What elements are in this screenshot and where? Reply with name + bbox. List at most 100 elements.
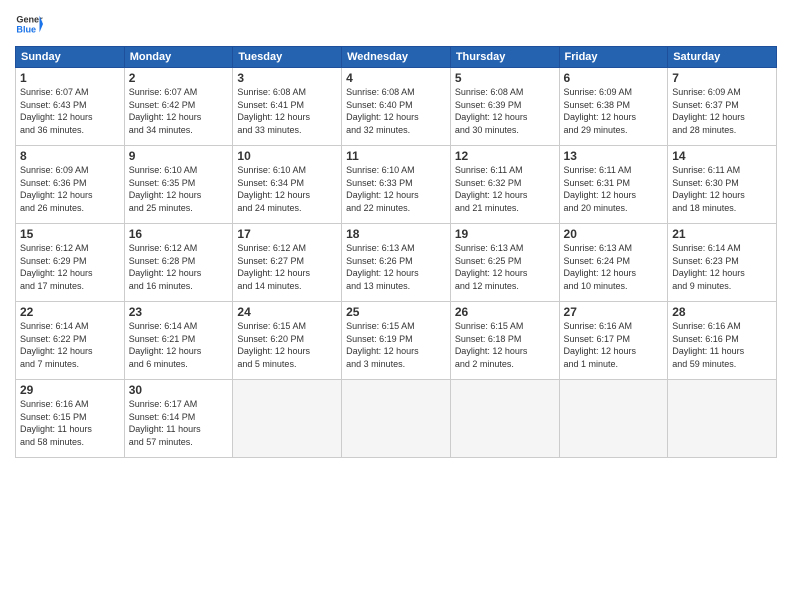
calendar-cell: 7Sunrise: 6:09 AM Sunset: 6:37 PM Daylig… bbox=[668, 68, 777, 146]
day-number: 24 bbox=[237, 305, 337, 319]
day-number: 9 bbox=[129, 149, 229, 163]
weekday-header-saturday: Saturday bbox=[668, 47, 777, 68]
calendar-cell: 14Sunrise: 6:11 AM Sunset: 6:30 PM Dayli… bbox=[668, 146, 777, 224]
day-number: 14 bbox=[672, 149, 772, 163]
day-number: 26 bbox=[455, 305, 555, 319]
calendar-cell: 24Sunrise: 6:15 AM Sunset: 6:20 PM Dayli… bbox=[233, 302, 342, 380]
calendar-cell: 15Sunrise: 6:12 AM Sunset: 6:29 PM Dayli… bbox=[16, 224, 125, 302]
calendar-cell: 22Sunrise: 6:14 AM Sunset: 6:22 PM Dayli… bbox=[16, 302, 125, 380]
day-number: 12 bbox=[455, 149, 555, 163]
calendar-cell: 20Sunrise: 6:13 AM Sunset: 6:24 PM Dayli… bbox=[559, 224, 668, 302]
page-container: General Blue SundayMondayTuesdayWednesda… bbox=[0, 0, 792, 468]
week-row-3: 15Sunrise: 6:12 AM Sunset: 6:29 PM Dayli… bbox=[16, 224, 777, 302]
day-number: 15 bbox=[20, 227, 120, 241]
day-info: Sunrise: 6:08 AM Sunset: 6:40 PM Dayligh… bbox=[346, 86, 446, 136]
calendar-cell: 21Sunrise: 6:14 AM Sunset: 6:23 PM Dayli… bbox=[668, 224, 777, 302]
day-info: Sunrise: 6:15 AM Sunset: 6:19 PM Dayligh… bbox=[346, 320, 446, 370]
calendar-cell: 12Sunrise: 6:11 AM Sunset: 6:32 PM Dayli… bbox=[450, 146, 559, 224]
calendar-cell: 6Sunrise: 6:09 AM Sunset: 6:38 PM Daylig… bbox=[559, 68, 668, 146]
calendar-cell bbox=[342, 380, 451, 458]
day-info: Sunrise: 6:14 AM Sunset: 6:22 PM Dayligh… bbox=[20, 320, 120, 370]
day-number: 1 bbox=[20, 71, 120, 85]
calendar-cell: 4Sunrise: 6:08 AM Sunset: 6:40 PM Daylig… bbox=[342, 68, 451, 146]
day-info: Sunrise: 6:12 AM Sunset: 6:29 PM Dayligh… bbox=[20, 242, 120, 292]
calendar-cell bbox=[450, 380, 559, 458]
calendar-cell: 16Sunrise: 6:12 AM Sunset: 6:28 PM Dayli… bbox=[124, 224, 233, 302]
day-info: Sunrise: 6:10 AM Sunset: 6:34 PM Dayligh… bbox=[237, 164, 337, 214]
calendar-cell: 1Sunrise: 6:07 AM Sunset: 6:43 PM Daylig… bbox=[16, 68, 125, 146]
day-info: Sunrise: 6:16 AM Sunset: 6:15 PM Dayligh… bbox=[20, 398, 120, 448]
calendar-cell: 2Sunrise: 6:07 AM Sunset: 6:42 PM Daylig… bbox=[124, 68, 233, 146]
calendar-cell: 19Sunrise: 6:13 AM Sunset: 6:25 PM Dayli… bbox=[450, 224, 559, 302]
day-number: 6 bbox=[564, 71, 664, 85]
calendar-cell: 13Sunrise: 6:11 AM Sunset: 6:31 PM Dayli… bbox=[559, 146, 668, 224]
calendar-cell bbox=[233, 380, 342, 458]
day-info: Sunrise: 6:16 AM Sunset: 6:16 PM Dayligh… bbox=[672, 320, 772, 370]
calendar-cell: 8Sunrise: 6:09 AM Sunset: 6:36 PM Daylig… bbox=[16, 146, 125, 224]
logo: General Blue bbox=[15, 10, 43, 38]
day-number: 29 bbox=[20, 383, 120, 397]
day-info: Sunrise: 6:09 AM Sunset: 6:37 PM Dayligh… bbox=[672, 86, 772, 136]
weekday-header-wednesday: Wednesday bbox=[342, 47, 451, 68]
day-number: 10 bbox=[237, 149, 337, 163]
day-info: Sunrise: 6:15 AM Sunset: 6:18 PM Dayligh… bbox=[455, 320, 555, 370]
logo-icon: General Blue bbox=[15, 10, 43, 38]
day-info: Sunrise: 6:12 AM Sunset: 6:28 PM Dayligh… bbox=[129, 242, 229, 292]
calendar-cell: 11Sunrise: 6:10 AM Sunset: 6:33 PM Dayli… bbox=[342, 146, 451, 224]
calendar-table: SundayMondayTuesdayWednesdayThursdayFrid… bbox=[15, 46, 777, 458]
day-info: Sunrise: 6:10 AM Sunset: 6:33 PM Dayligh… bbox=[346, 164, 446, 214]
weekday-header-thursday: Thursday bbox=[450, 47, 559, 68]
day-number: 7 bbox=[672, 71, 772, 85]
day-number: 5 bbox=[455, 71, 555, 85]
day-number: 16 bbox=[129, 227, 229, 241]
day-info: Sunrise: 6:07 AM Sunset: 6:42 PM Dayligh… bbox=[129, 86, 229, 136]
calendar-cell: 30Sunrise: 6:17 AM Sunset: 6:14 PM Dayli… bbox=[124, 380, 233, 458]
calendar-cell: 10Sunrise: 6:10 AM Sunset: 6:34 PM Dayli… bbox=[233, 146, 342, 224]
calendar-cell: 27Sunrise: 6:16 AM Sunset: 6:17 PM Dayli… bbox=[559, 302, 668, 380]
week-row-1: 1Sunrise: 6:07 AM Sunset: 6:43 PM Daylig… bbox=[16, 68, 777, 146]
week-row-2: 8Sunrise: 6:09 AM Sunset: 6:36 PM Daylig… bbox=[16, 146, 777, 224]
day-info: Sunrise: 6:13 AM Sunset: 6:24 PM Dayligh… bbox=[564, 242, 664, 292]
day-number: 17 bbox=[237, 227, 337, 241]
day-number: 20 bbox=[564, 227, 664, 241]
day-info: Sunrise: 6:07 AM Sunset: 6:43 PM Dayligh… bbox=[20, 86, 120, 136]
page-header: General Blue bbox=[15, 10, 777, 38]
svg-text:General: General bbox=[16, 15, 43, 25]
calendar-cell: 25Sunrise: 6:15 AM Sunset: 6:19 PM Dayli… bbox=[342, 302, 451, 380]
day-info: Sunrise: 6:11 AM Sunset: 6:30 PM Dayligh… bbox=[672, 164, 772, 214]
day-number: 21 bbox=[672, 227, 772, 241]
weekday-header-tuesday: Tuesday bbox=[233, 47, 342, 68]
weekday-header-friday: Friday bbox=[559, 47, 668, 68]
calendar-cell bbox=[668, 380, 777, 458]
day-info: Sunrise: 6:15 AM Sunset: 6:20 PM Dayligh… bbox=[237, 320, 337, 370]
day-number: 18 bbox=[346, 227, 446, 241]
day-number: 30 bbox=[129, 383, 229, 397]
day-number: 19 bbox=[455, 227, 555, 241]
day-number: 28 bbox=[672, 305, 772, 319]
calendar-cell bbox=[559, 380, 668, 458]
weekday-header-sunday: Sunday bbox=[16, 47, 125, 68]
day-number: 23 bbox=[129, 305, 229, 319]
calendar-cell: 17Sunrise: 6:12 AM Sunset: 6:27 PM Dayli… bbox=[233, 224, 342, 302]
calendar-cell: 9Sunrise: 6:10 AM Sunset: 6:35 PM Daylig… bbox=[124, 146, 233, 224]
day-number: 8 bbox=[20, 149, 120, 163]
day-number: 11 bbox=[346, 149, 446, 163]
day-info: Sunrise: 6:10 AM Sunset: 6:35 PM Dayligh… bbox=[129, 164, 229, 214]
day-number: 25 bbox=[346, 305, 446, 319]
week-row-5: 29Sunrise: 6:16 AM Sunset: 6:15 PM Dayli… bbox=[16, 380, 777, 458]
day-info: Sunrise: 6:13 AM Sunset: 6:26 PM Dayligh… bbox=[346, 242, 446, 292]
day-number: 22 bbox=[20, 305, 120, 319]
calendar-cell: 26Sunrise: 6:15 AM Sunset: 6:18 PM Dayli… bbox=[450, 302, 559, 380]
day-number: 4 bbox=[346, 71, 446, 85]
weekday-header-monday: Monday bbox=[124, 47, 233, 68]
calendar-cell: 29Sunrise: 6:16 AM Sunset: 6:15 PM Dayli… bbox=[16, 380, 125, 458]
calendar-cell: 18Sunrise: 6:13 AM Sunset: 6:26 PM Dayli… bbox=[342, 224, 451, 302]
calendar-cell: 3Sunrise: 6:08 AM Sunset: 6:41 PM Daylig… bbox=[233, 68, 342, 146]
day-info: Sunrise: 6:11 AM Sunset: 6:31 PM Dayligh… bbox=[564, 164, 664, 214]
svg-text:Blue: Blue bbox=[16, 24, 36, 34]
day-info: Sunrise: 6:09 AM Sunset: 6:38 PM Dayligh… bbox=[564, 86, 664, 136]
day-info: Sunrise: 6:14 AM Sunset: 6:21 PM Dayligh… bbox=[129, 320, 229, 370]
day-number: 27 bbox=[564, 305, 664, 319]
day-number: 3 bbox=[237, 71, 337, 85]
day-info: Sunrise: 6:11 AM Sunset: 6:32 PM Dayligh… bbox=[455, 164, 555, 214]
